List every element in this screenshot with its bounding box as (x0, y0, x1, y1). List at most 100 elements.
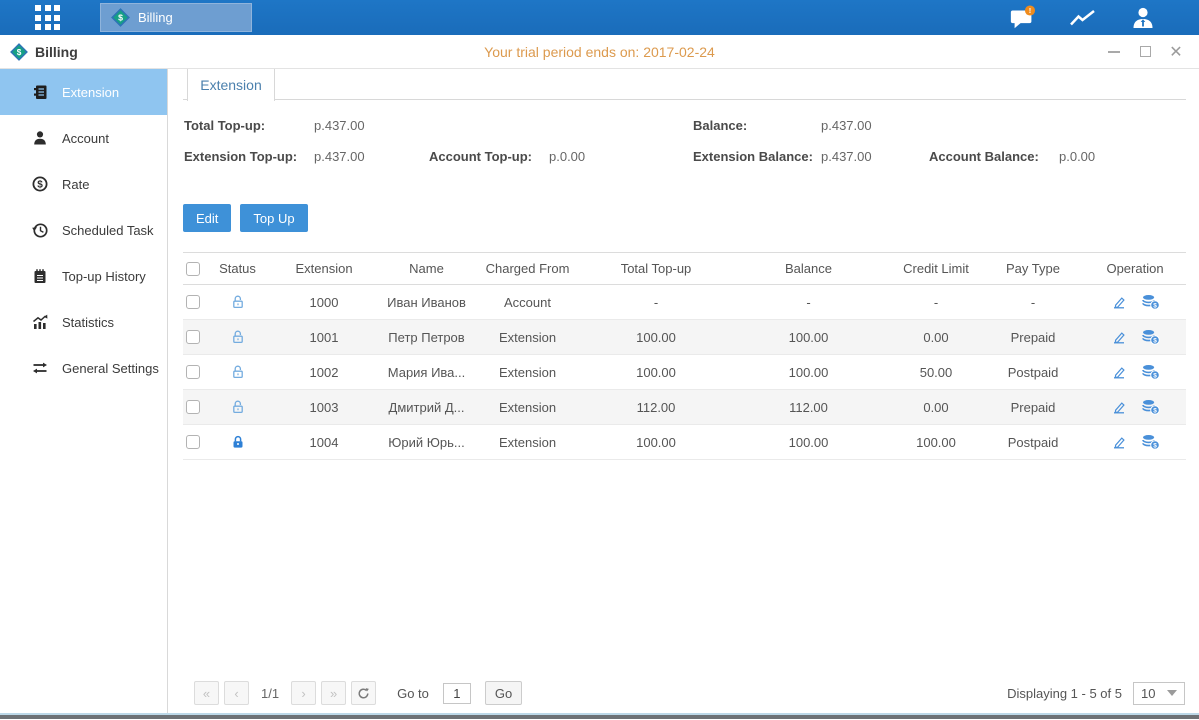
svg-text:$: $ (17, 48, 22, 57)
sidebar-item-account[interactable]: Account (0, 115, 167, 161)
cell-credit-limit: 50.00 (890, 365, 982, 380)
previous-page-button[interactable]: ‹ (224, 681, 249, 705)
topup-summary: Total Top-up: p.437.00 Balance: p.437.00… (183, 116, 1186, 190)
extension-balance-label: Extension Balance: (693, 147, 813, 167)
top-up-extension-icon[interactable]: $ (1141, 399, 1160, 415)
notifications-icon[interactable]: ! (1009, 5, 1037, 31)
cell-charged-from: Extension (470, 400, 585, 415)
cell-balance: 100.00 (727, 365, 890, 380)
edit-extension-icon[interactable] (1111, 364, 1127, 380)
status-unlocked-icon (210, 399, 265, 415)
row-checkbox[interactable] (186, 400, 200, 414)
cell-charged-from: Extension (470, 435, 585, 450)
goto-page-input[interactable] (443, 683, 471, 704)
window-bottom-edge (0, 715, 1199, 719)
page-size-select[interactable]: 10 (1133, 682, 1185, 705)
scheduled-task-icon (31, 221, 49, 239)
balance-label: Balance: (693, 116, 747, 136)
account-topup-value: p.0.00 (549, 147, 585, 167)
svg-text:!: ! (1029, 6, 1031, 15)
sidebar-item-rate[interactable]: $ Rate (0, 161, 167, 207)
pagination-controls: « ‹ 1/1 › » Go to Go (194, 681, 522, 705)
top-up-extension-icon[interactable]: $ (1141, 329, 1160, 345)
top-up-extension-icon[interactable]: $ (1141, 294, 1160, 310)
edit-extension-icon[interactable] (1111, 329, 1127, 345)
extension-balance-value: p.437.00 (821, 147, 872, 167)
maximize-button[interactable] (1138, 45, 1152, 59)
cell-name: Дмитрий Д... (383, 400, 470, 415)
titlebar: $ Billing Your trial period ends on: 201… (0, 35, 1199, 69)
first-page-button[interactable]: « (194, 681, 219, 705)
statistics-icon (31, 313, 49, 331)
top-up-extension-icon[interactable]: $ (1141, 434, 1160, 450)
sidebar-label: Extension (62, 85, 119, 100)
row-checkbox[interactable] (186, 435, 200, 449)
status-unlocked-icon (210, 294, 265, 310)
chevron-down-icon (1167, 690, 1177, 696)
cell-pay-type: Postpaid (982, 435, 1084, 450)
row-checkbox[interactable] (186, 295, 200, 309)
cell-credit-limit: 0.00 (890, 400, 982, 415)
tab-extension[interactable]: Extension (187, 69, 275, 101)
row-checkbox[interactable] (186, 365, 200, 379)
edit-extension-icon[interactable] (1111, 434, 1127, 450)
col-balance: Balance (727, 261, 890, 276)
svg-text:$: $ (118, 13, 123, 23)
col-charged-from: Charged From (470, 261, 585, 276)
col-pay-type: Pay Type (982, 261, 1084, 276)
sidebar-item-general-settings[interactable]: General Settings (0, 345, 167, 391)
edit-button[interactable]: Edit (183, 204, 231, 232)
sidebar-label: Statistics (62, 315, 114, 330)
cell-total-topup: 100.00 (585, 365, 727, 380)
app-launcher-icon[interactable] (35, 5, 60, 30)
refresh-button[interactable] (351, 681, 376, 705)
edit-extension-icon[interactable] (1111, 399, 1127, 415)
account-balance-label: Account Balance: (929, 147, 1039, 167)
user-account-icon[interactable] (1129, 5, 1157, 31)
last-page-button[interactable]: » (321, 681, 346, 705)
cell-charged-from: Extension (470, 330, 585, 345)
pagination-summary: Displaying 1 - 5 of 5 10 (1007, 682, 1185, 705)
sidebar-item-topup-history[interactable]: Top-up History (0, 253, 167, 299)
reports-chart-icon[interactable] (1069, 5, 1097, 31)
sidebar-label: General Settings (62, 361, 159, 376)
next-page-button[interactable]: › (291, 681, 316, 705)
taskbar-billing-tab[interactable]: $ Billing (100, 3, 252, 32)
sidebar-item-scheduled-task[interactable]: Scheduled Task (0, 207, 167, 253)
action-buttons: Edit Top Up (183, 204, 1186, 232)
col-name: Name (383, 261, 470, 276)
pagination-bar: « ‹ 1/1 › » Go to Go Displaying 1 - 5 of… (183, 681, 1186, 705)
top-up-button[interactable]: Top Up (240, 204, 307, 232)
extension-topup-label: Extension Top-up: (184, 147, 297, 167)
taskbar: $ Billing ! (0, 0, 1199, 35)
billing-app-icon: $ (111, 8, 130, 27)
total-topup-label: Total Top-up: (184, 116, 265, 136)
go-button[interactable]: Go (485, 681, 522, 705)
top-up-extension-icon[interactable]: $ (1141, 364, 1160, 380)
col-operation: Operation (1084, 261, 1186, 276)
status-unlocked-icon (210, 329, 265, 345)
cell-total-topup: 112.00 (585, 400, 727, 415)
sidebar-label: Rate (62, 177, 89, 192)
cell-pay-type: - (982, 295, 1084, 310)
table-row: 1004 Юрий Юрь... Extension 100.00 100.00… (183, 425, 1186, 460)
row-checkbox[interactable] (186, 330, 200, 344)
cell-extension: 1001 (265, 330, 383, 345)
trial-notice: Your trial period ends on: 2017-02-24 (484, 44, 715, 60)
sidebar: Extension Account $ Rate Scheduled Task … (0, 69, 168, 713)
sidebar-item-statistics[interactable]: Statistics (0, 299, 167, 345)
cell-name: Мария Ива... (383, 365, 470, 380)
sidebar-item-extension[interactable]: Extension (0, 69, 167, 115)
edit-extension-icon[interactable] (1111, 294, 1127, 310)
close-button[interactable]: ✕ (1169, 45, 1183, 59)
sidebar-label: Account (62, 131, 109, 146)
goto-label: Go to (397, 686, 429, 701)
topup-history-icon (31, 267, 49, 285)
total-topup-value: p.437.00 (314, 116, 365, 136)
sidebar-label: Scheduled Task (62, 223, 154, 238)
billing-app-window: $ Billing ! (0, 0, 1199, 720)
minimize-button[interactable] (1107, 45, 1121, 59)
svg-text:$: $ (37, 180, 43, 191)
sidebar-label: Top-up History (62, 269, 146, 284)
select-all-checkbox[interactable] (186, 262, 200, 276)
